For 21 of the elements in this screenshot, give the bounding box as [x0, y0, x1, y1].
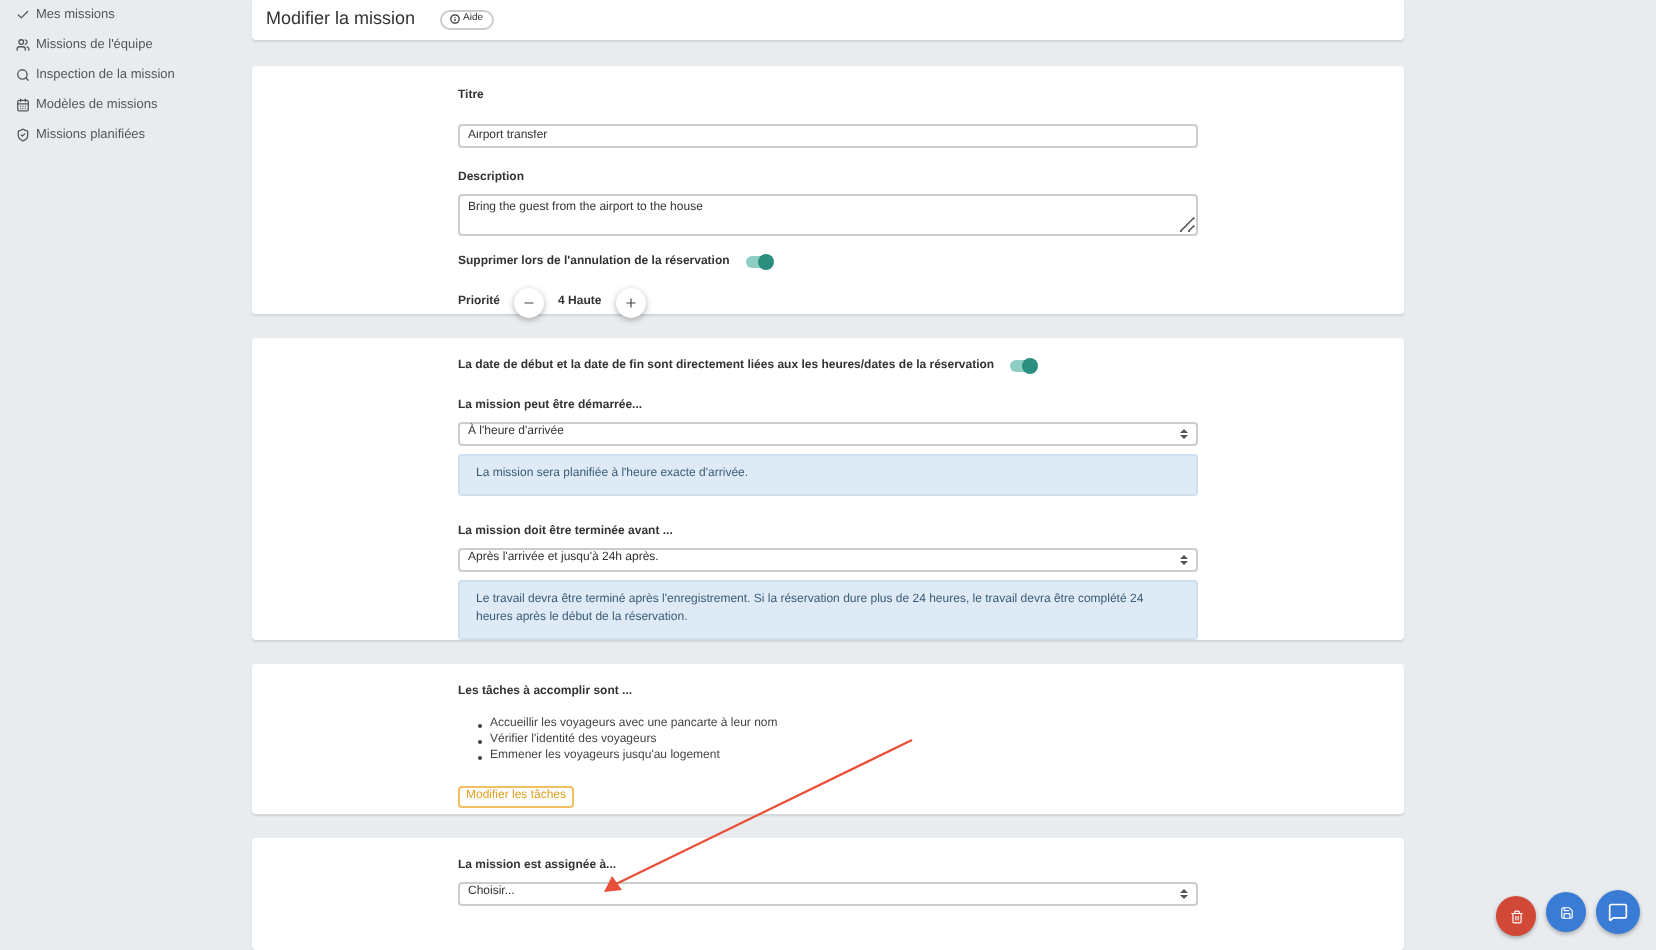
sidebar-item-icon — [16, 98, 30, 112]
select-arrows-icon — [1180, 553, 1188, 566]
delete-button[interactable] — [1496, 896, 1536, 936]
info-icon — [449, 14, 460, 25]
chat-icon — [1608, 902, 1628, 922]
sidebar-item-icon — [16, 68, 30, 82]
save-icon — [1559, 905, 1573, 919]
toggle-switch[interactable] — [1010, 360, 1037, 373]
page-title: Modifier la mission — [266, 6, 416, 32]
increase-button[interactable] — [615, 287, 646, 318]
select-arrows-icon — [1180, 427, 1188, 440]
plus-icon — [623, 295, 638, 310]
decrease-button[interactable] — [514, 287, 545, 318]
chat-button[interactable] — [1596, 890, 1640, 934]
toggle-switch[interactable] — [745, 256, 772, 269]
save-button[interactable] — [1546, 892, 1586, 932]
select-arrows-icon — [1180, 887, 1188, 900]
sidebar-item-icon — [16, 38, 30, 52]
sidebar-item-icon — [16, 8, 30, 22]
sidebar-item-icon — [16, 128, 30, 142]
trash-icon — [1509, 909, 1523, 923]
